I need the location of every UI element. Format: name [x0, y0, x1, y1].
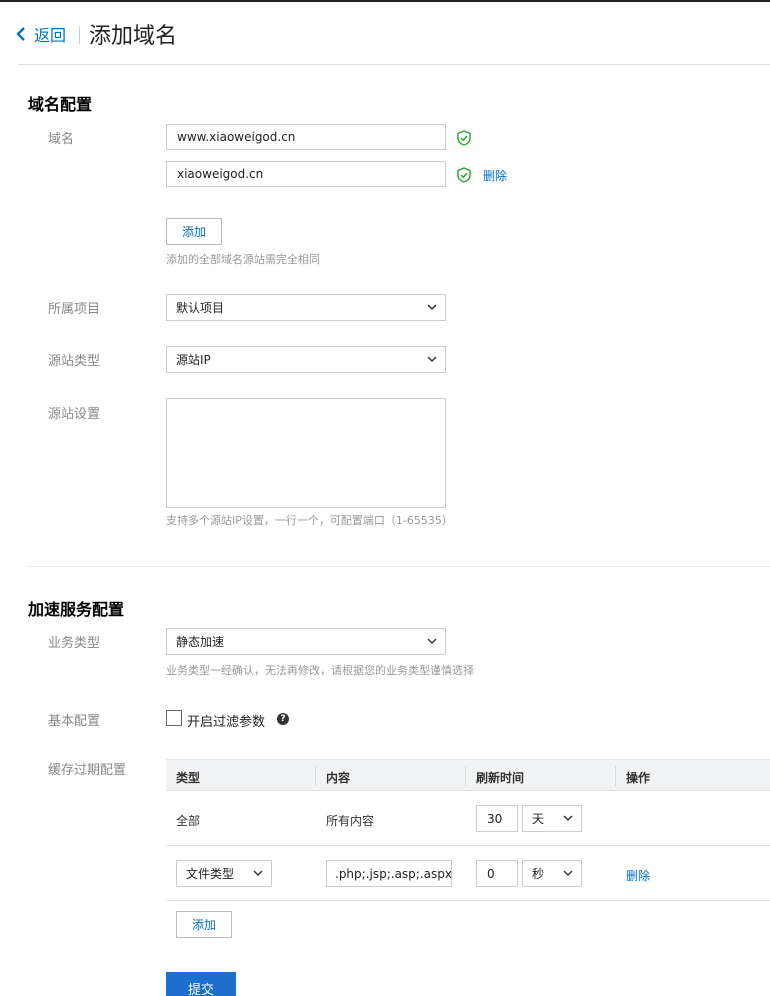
add-cache-rule-button[interactable]: 添加 — [176, 911, 232, 938]
origin-type-label: 源站类型 — [48, 354, 101, 369]
project-label: 所属项目 — [48, 302, 101, 317]
domain-input-1[interactable]: www.xiaoweigod.cn — [166, 124, 446, 150]
refresh-time-input[interactable]: 30 — [476, 805, 518, 832]
origin-settings-label: 源站设置 — [48, 407, 101, 422]
column-header-type: 类型 — [176, 771, 201, 785]
chevron-down-icon — [563, 870, 573, 877]
business-type-label: 业务类型 — [48, 636, 101, 651]
header-divider — [18, 64, 770, 65]
chevron-down-icon — [253, 870, 263, 877]
domain-input-2[interactable]: xiaoweigod.cn — [166, 161, 446, 187]
chevron-down-icon — [427, 638, 437, 645]
cache-table-header: 类型 内容 刷新时间 操作 — [166, 759, 770, 791]
column-separator — [315, 766, 316, 786]
column-header-refresh-time: 刷新时间 — [476, 771, 525, 785]
origin-settings-textarea[interactable] — [166, 398, 446, 508]
file-extensions-input[interactable]: .php;.jsp;.asp;.aspx — [326, 860, 452, 887]
filter-param-checkbox[interactable] — [166, 710, 182, 726]
section-divider — [28, 566, 770, 567]
basic-config-label: 基本配置 — [48, 714, 101, 729]
page-header: 返回 添加域名 — [0, 2, 770, 64]
cache-config-label: 缓存过期配置 — [48, 763, 127, 778]
delete-rule-link[interactable]: 删除 — [626, 867, 650, 884]
column-header-content: 内容 — [326, 771, 351, 785]
accel-section-title: 加速服务配置 — [28, 600, 125, 619]
file-type-value: 文件类型 — [186, 867, 235, 881]
column-separator — [615, 766, 616, 786]
header-separator — [79, 26, 80, 44]
time-unit-select[interactable]: 秒 — [522, 860, 582, 887]
row-type-text: 全部 — [176, 814, 201, 828]
filter-param-label: 开启过滤参数 — [187, 715, 266, 730]
refresh-time-input[interactable]: 0 — [476, 860, 518, 887]
origin-settings-hint: 支持多个源站IP设置，一行一个，可配置端口（1-65535） — [166, 514, 453, 527]
chevron-down-icon — [563, 815, 573, 822]
time-unit-select[interactable]: 天 — [522, 805, 582, 832]
origin-type-select[interactable]: 源站IP — [166, 346, 446, 373]
time-unit-value: 秒 — [532, 867, 545, 881]
business-type-value: 静态加速 — [176, 635, 225, 649]
help-icon[interactable]: ? — [277, 713, 289, 725]
chevron-down-icon — [427, 356, 437, 363]
origin-type-value: 源站IP — [176, 353, 211, 367]
add-domain-hint: 添加的全部域名源站需完全相同 — [166, 253, 320, 266]
row-divider — [166, 845, 770, 846]
business-type-select[interactable]: 静态加速 — [166, 628, 446, 655]
row-content-text: 所有内容 — [326, 814, 375, 828]
back-label: 返回 — [34, 26, 67, 45]
domain-section-title: 域名配置 — [28, 95, 93, 114]
chevron-left-icon — [16, 27, 25, 41]
back-button[interactable]: 返回 — [16, 22, 66, 46]
time-unit-value: 天 — [532, 812, 545, 826]
row-divider — [166, 900, 770, 901]
column-header-action: 操作 — [626, 771, 651, 785]
submit-button[interactable]: 提交 — [166, 972, 236, 996]
column-separator — [465, 766, 466, 786]
domain-label: 域名 — [48, 132, 75, 147]
business-type-hint: 业务类型一经确认，无法再修改，请根据您的业务类型谨慎选择 — [166, 664, 474, 677]
add-domain-button[interactable]: 添加 — [166, 218, 222, 245]
delete-domain-link[interactable]: 删除 — [483, 167, 507, 184]
file-type-select[interactable]: 文件类型 — [176, 860, 272, 887]
project-select[interactable]: 默认项目 — [166, 294, 446, 321]
project-select-value: 默认项目 — [176, 301, 225, 315]
verified-check-icon — [457, 130, 471, 146]
page-title: 添加域名 — [89, 24, 178, 49]
chevron-down-icon — [427, 304, 437, 311]
verified-check-icon — [457, 167, 471, 183]
